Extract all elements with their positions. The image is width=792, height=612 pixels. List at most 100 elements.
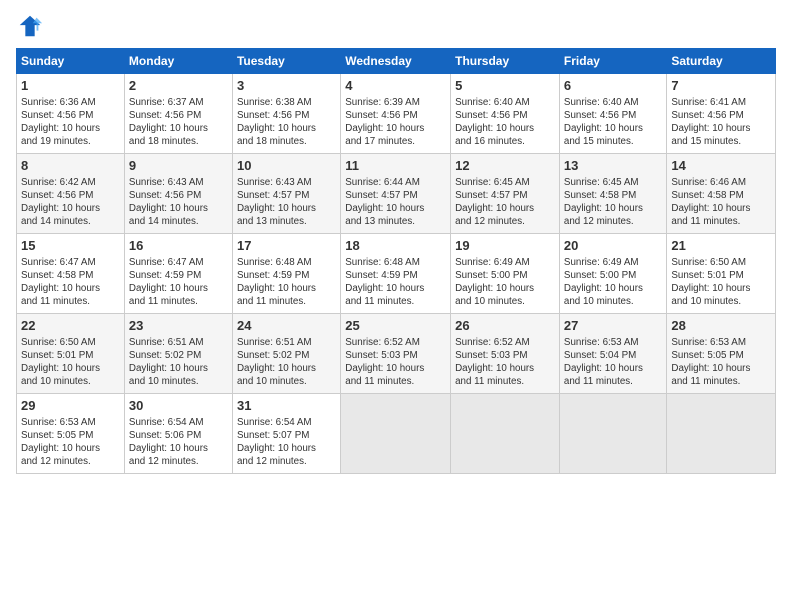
calendar-cell: 18Sunrise: 6:48 AM Sunset: 4:59 PM Dayli…	[341, 234, 451, 314]
day-info: Sunrise: 6:37 AM Sunset: 4:56 PM Dayligh…	[129, 96, 228, 149]
calendar-cell: 2Sunrise: 6:37 AM Sunset: 4:56 PM Daylig…	[124, 74, 232, 154]
day-info: Sunrise: 6:48 AM Sunset: 4:59 PM Dayligh…	[345, 256, 446, 309]
day-number: 8	[21, 157, 120, 175]
day-number: 24	[237, 317, 336, 335]
day-number: 20	[564, 237, 662, 255]
day-info: Sunrise: 6:46 AM Sunset: 4:58 PM Dayligh…	[671, 176, 771, 229]
header	[16, 12, 776, 40]
calendar-cell: 8Sunrise: 6:42 AM Sunset: 4:56 PM Daylig…	[17, 154, 125, 234]
day-info: Sunrise: 6:41 AM Sunset: 4:56 PM Dayligh…	[671, 96, 771, 149]
day-number: 9	[129, 157, 228, 175]
day-info: Sunrise: 6:40 AM Sunset: 4:56 PM Dayligh…	[564, 96, 662, 149]
calendar-cell: 19Sunrise: 6:49 AM Sunset: 5:00 PM Dayli…	[451, 234, 560, 314]
calendar-week-row: 8Sunrise: 6:42 AM Sunset: 4:56 PM Daylig…	[17, 154, 776, 234]
day-info: Sunrise: 6:44 AM Sunset: 4:57 PM Dayligh…	[345, 176, 446, 229]
day-number: 13	[564, 157, 662, 175]
day-number: 26	[455, 317, 555, 335]
day-info: Sunrise: 6:43 AM Sunset: 4:56 PM Dayligh…	[129, 176, 228, 229]
calendar-week-row: 29Sunrise: 6:53 AM Sunset: 5:05 PM Dayli…	[17, 394, 776, 474]
calendar-cell: 30Sunrise: 6:54 AM Sunset: 5:06 PM Dayli…	[124, 394, 232, 474]
day-number: 28	[671, 317, 771, 335]
day-info: Sunrise: 6:51 AM Sunset: 5:02 PM Dayligh…	[129, 336, 228, 389]
day-info: Sunrise: 6:50 AM Sunset: 5:01 PM Dayligh…	[21, 336, 120, 389]
calendar-week-row: 1Sunrise: 6:36 AM Sunset: 4:56 PM Daylig…	[17, 74, 776, 154]
day-number: 21	[671, 237, 771, 255]
calendar-header-friday: Friday	[559, 49, 666, 74]
day-info: Sunrise: 6:38 AM Sunset: 4:56 PM Dayligh…	[237, 96, 336, 149]
day-number: 25	[345, 317, 446, 335]
calendar-header-sunday: Sunday	[17, 49, 125, 74]
day-info: Sunrise: 6:53 AM Sunset: 5:04 PM Dayligh…	[564, 336, 662, 389]
calendar-cell: 6Sunrise: 6:40 AM Sunset: 4:56 PM Daylig…	[559, 74, 666, 154]
calendar-cell: 27Sunrise: 6:53 AM Sunset: 5:04 PM Dayli…	[559, 314, 666, 394]
calendar-cell: 16Sunrise: 6:47 AM Sunset: 4:59 PM Dayli…	[124, 234, 232, 314]
day-info: Sunrise: 6:45 AM Sunset: 4:57 PM Dayligh…	[455, 176, 555, 229]
calendar-cell: 20Sunrise: 6:49 AM Sunset: 5:00 PM Dayli…	[559, 234, 666, 314]
day-number: 23	[129, 317, 228, 335]
day-info: Sunrise: 6:47 AM Sunset: 4:59 PM Dayligh…	[129, 256, 228, 309]
calendar-cell: 7Sunrise: 6:41 AM Sunset: 4:56 PM Daylig…	[667, 74, 776, 154]
day-number: 22	[21, 317, 120, 335]
day-number: 6	[564, 77, 662, 95]
day-info: Sunrise: 6:40 AM Sunset: 4:56 PM Dayligh…	[455, 96, 555, 149]
calendar-cell	[667, 394, 776, 474]
calendar-cell: 4Sunrise: 6:39 AM Sunset: 4:56 PM Daylig…	[341, 74, 451, 154]
calendar-header-wednesday: Wednesday	[341, 49, 451, 74]
calendar-header-saturday: Saturday	[667, 49, 776, 74]
logo-icon	[16, 12, 44, 40]
day-number: 5	[455, 77, 555, 95]
calendar-week-row: 22Sunrise: 6:50 AM Sunset: 5:01 PM Dayli…	[17, 314, 776, 394]
calendar-header-tuesday: Tuesday	[232, 49, 340, 74]
day-number: 18	[345, 237, 446, 255]
calendar-cell: 22Sunrise: 6:50 AM Sunset: 5:01 PM Dayli…	[17, 314, 125, 394]
calendar-cell: 15Sunrise: 6:47 AM Sunset: 4:58 PM Dayli…	[17, 234, 125, 314]
day-info: Sunrise: 6:50 AM Sunset: 5:01 PM Dayligh…	[671, 256, 771, 309]
calendar-cell: 9Sunrise: 6:43 AM Sunset: 4:56 PM Daylig…	[124, 154, 232, 234]
day-number: 12	[455, 157, 555, 175]
day-number: 29	[21, 397, 120, 415]
calendar-cell: 14Sunrise: 6:46 AM Sunset: 4:58 PM Dayli…	[667, 154, 776, 234]
day-number: 2	[129, 77, 228, 95]
day-number: 19	[455, 237, 555, 255]
day-info: Sunrise: 6:51 AM Sunset: 5:02 PM Dayligh…	[237, 336, 336, 389]
day-number: 4	[345, 77, 446, 95]
day-info: Sunrise: 6:49 AM Sunset: 5:00 PM Dayligh…	[564, 256, 662, 309]
day-number: 14	[671, 157, 771, 175]
day-number: 16	[129, 237, 228, 255]
day-number: 10	[237, 157, 336, 175]
calendar-cell: 25Sunrise: 6:52 AM Sunset: 5:03 PM Dayli…	[341, 314, 451, 394]
calendar-week-row: 15Sunrise: 6:47 AM Sunset: 4:58 PM Dayli…	[17, 234, 776, 314]
day-number: 11	[345, 157, 446, 175]
calendar-cell: 17Sunrise: 6:48 AM Sunset: 4:59 PM Dayli…	[232, 234, 340, 314]
day-info: Sunrise: 6:43 AM Sunset: 4:57 PM Dayligh…	[237, 176, 336, 229]
day-info: Sunrise: 6:54 AM Sunset: 5:07 PM Dayligh…	[237, 416, 336, 469]
day-info: Sunrise: 6:48 AM Sunset: 4:59 PM Dayligh…	[237, 256, 336, 309]
calendar-table: SundayMondayTuesdayWednesdayThursdayFrid…	[16, 48, 776, 474]
calendar-header-row: SundayMondayTuesdayWednesdayThursdayFrid…	[17, 49, 776, 74]
day-number: 3	[237, 77, 336, 95]
day-info: Sunrise: 6:52 AM Sunset: 5:03 PM Dayligh…	[345, 336, 446, 389]
calendar-cell	[341, 394, 451, 474]
day-number: 30	[129, 397, 228, 415]
day-info: Sunrise: 6:53 AM Sunset: 5:05 PM Dayligh…	[671, 336, 771, 389]
day-number: 15	[21, 237, 120, 255]
calendar-header-thursday: Thursday	[451, 49, 560, 74]
day-number: 1	[21, 77, 120, 95]
calendar-cell: 1Sunrise: 6:36 AM Sunset: 4:56 PM Daylig…	[17, 74, 125, 154]
day-number: 31	[237, 397, 336, 415]
calendar-cell	[451, 394, 560, 474]
calendar-cell: 24Sunrise: 6:51 AM Sunset: 5:02 PM Dayli…	[232, 314, 340, 394]
day-info: Sunrise: 6:53 AM Sunset: 5:05 PM Dayligh…	[21, 416, 120, 469]
calendar-cell: 12Sunrise: 6:45 AM Sunset: 4:57 PM Dayli…	[451, 154, 560, 234]
day-info: Sunrise: 6:39 AM Sunset: 4:56 PM Dayligh…	[345, 96, 446, 149]
day-number: 17	[237, 237, 336, 255]
calendar-cell: 3Sunrise: 6:38 AM Sunset: 4:56 PM Daylig…	[232, 74, 340, 154]
day-info: Sunrise: 6:47 AM Sunset: 4:58 PM Dayligh…	[21, 256, 120, 309]
calendar-cell: 29Sunrise: 6:53 AM Sunset: 5:05 PM Dayli…	[17, 394, 125, 474]
day-info: Sunrise: 6:45 AM Sunset: 4:58 PM Dayligh…	[564, 176, 662, 229]
calendar-cell: 11Sunrise: 6:44 AM Sunset: 4:57 PM Dayli…	[341, 154, 451, 234]
calendar-cell: 28Sunrise: 6:53 AM Sunset: 5:05 PM Dayli…	[667, 314, 776, 394]
calendar-cell: 21Sunrise: 6:50 AM Sunset: 5:01 PM Dayli…	[667, 234, 776, 314]
calendar-cell: 23Sunrise: 6:51 AM Sunset: 5:02 PM Dayli…	[124, 314, 232, 394]
calendar-cell	[559, 394, 666, 474]
